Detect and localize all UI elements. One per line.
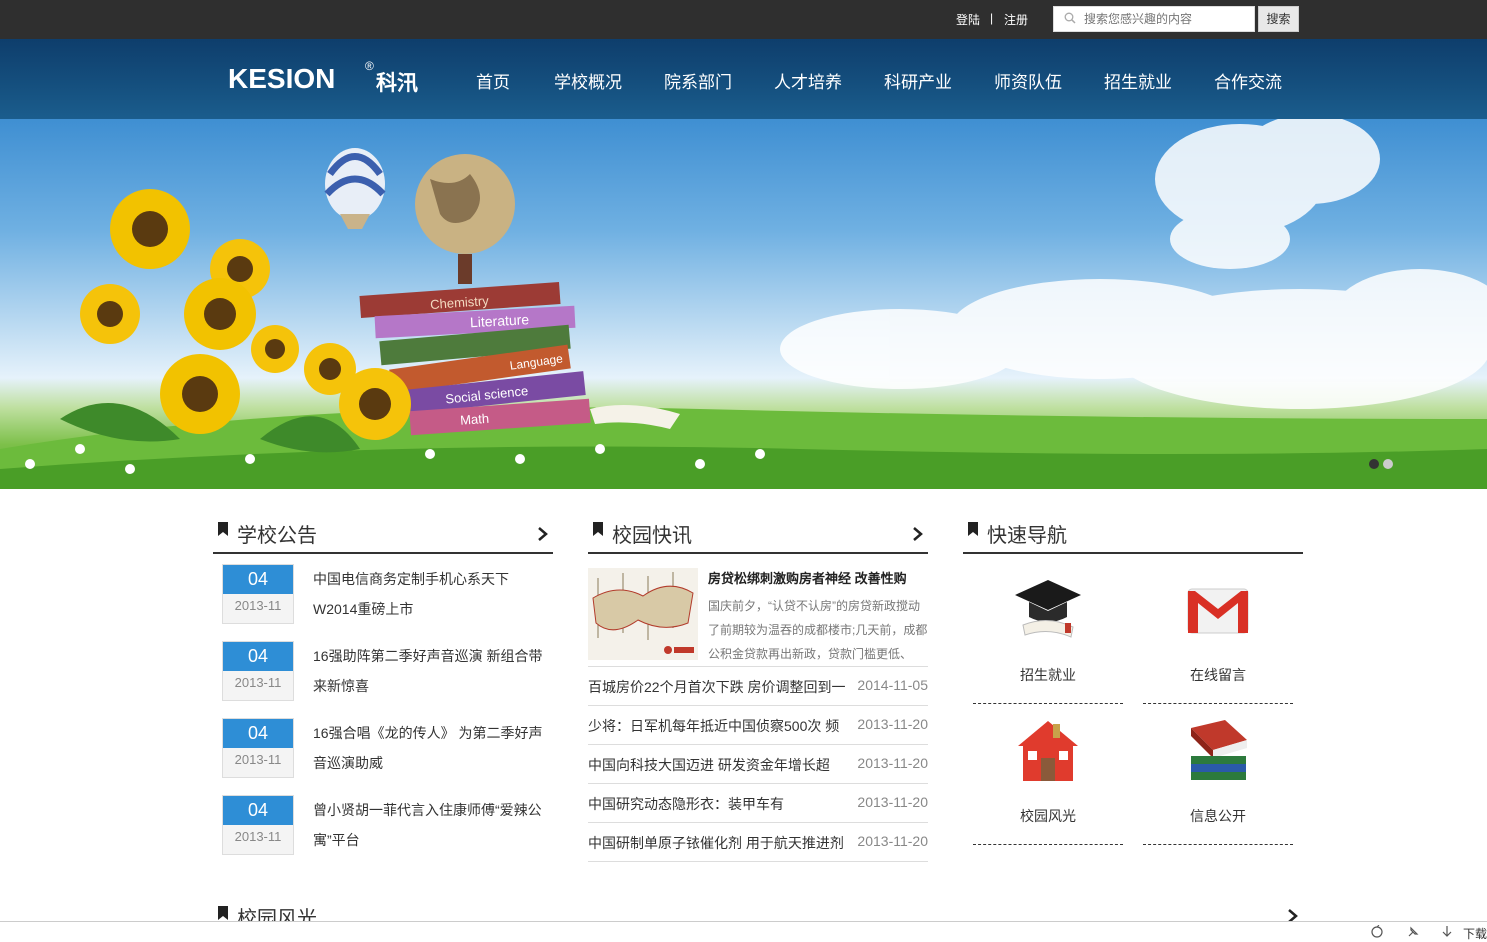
news-link[interactable]: 中国研制单原子铱催化剂 用于航天推进剂 bbox=[588, 833, 850, 853]
date-badge: 04 2013-11 bbox=[222, 718, 294, 778]
notices-divider bbox=[213, 552, 553, 554]
news-date: 2013-11-20 bbox=[857, 755, 928, 771]
date-day: 04 bbox=[223, 796, 293, 825]
date-day: 04 bbox=[223, 719, 293, 748]
dashed-divider bbox=[1143, 703, 1293, 704]
news-row[interactable]: 中国研究动态隐形衣：装甲车有 2013-11-20 bbox=[588, 784, 928, 823]
banner-illustration: Chemistry Literature Language Social sci… bbox=[0, 119, 1487, 489]
news-link[interactable]: 中国研究动态隐形衣：装甲车有 bbox=[588, 794, 850, 814]
nav-cooperation[interactable]: 合作交流 bbox=[1214, 68, 1282, 93]
bookmark-icon bbox=[968, 522, 978, 536]
nav-research[interactable]: 科研产业 bbox=[884, 68, 952, 93]
date-month: 2013-11 bbox=[234, 675, 282, 690]
date-badge: 04 2013-11 bbox=[222, 564, 294, 624]
news-date: 2013-11-20 bbox=[857, 716, 928, 732]
separator: | bbox=[990, 11, 994, 25]
browser-status-bar: 下载 bbox=[0, 921, 1487, 942]
notice-link[interactable]: 16强助阵第二季好声音巡演 新组合带来新惊喜 bbox=[313, 641, 553, 701]
bookmark-icon bbox=[218, 906, 228, 920]
top-bar: 登陆 | 注册 搜索 bbox=[0, 0, 1487, 39]
bookmark-icon bbox=[593, 522, 603, 536]
more-chevron-icon[interactable] bbox=[537, 526, 549, 542]
house-icon bbox=[1018, 721, 1078, 781]
news-row[interactable]: 少将：日军机每年抵近中国侦察500次 频 2013-11-20 bbox=[588, 706, 928, 745]
news-link[interactable]: 中国向科技大国迈进 研发资金年增长超 bbox=[588, 755, 850, 775]
search-button[interactable]: 搜索 bbox=[1258, 6, 1299, 32]
book-label: Math bbox=[460, 411, 490, 428]
book-label: Literature bbox=[470, 311, 530, 330]
more-chevron-icon[interactable] bbox=[912, 526, 924, 542]
slide-dot-1[interactable] bbox=[1369, 459, 1379, 469]
slide-dot-2[interactable] bbox=[1383, 459, 1393, 469]
news-date: 2013-11-20 bbox=[857, 794, 928, 810]
dashed-divider bbox=[973, 844, 1123, 845]
quicknav-label: 校园风光 bbox=[1020, 808, 1076, 824]
nav-faculty[interactable]: 师资队伍 bbox=[994, 68, 1062, 93]
quicknav-title: 快速导航 bbox=[987, 525, 1067, 547]
date-month: 2013-11 bbox=[234, 829, 282, 844]
date-month: 2013-11 bbox=[234, 752, 282, 767]
quicknav-info[interactable]: 信息公开 bbox=[1143, 716, 1293, 856]
register-link[interactable]: 注册 bbox=[1004, 11, 1028, 28]
notice-link[interactable]: 16强合唱《龙的传人》 为第二季好声音巡演助威 bbox=[313, 718, 553, 778]
news-date: 2014-11-05 bbox=[857, 677, 928, 693]
search-box[interactable] bbox=[1053, 6, 1255, 32]
date-month: 2013-11 bbox=[234, 598, 282, 613]
feature-news-title[interactable]: 房贷松绑刺激购房者神经 改善性购 bbox=[708, 568, 933, 587]
quicknav-campus[interactable]: 校园风光 bbox=[973, 716, 1123, 856]
mail-icon bbox=[1187, 588, 1249, 634]
quicknav-label: 招生就业 bbox=[1020, 667, 1076, 683]
quicknav-label: 信息公开 bbox=[1190, 808, 1246, 824]
download-label[interactable]: 下载 bbox=[1463, 925, 1487, 942]
search-icon bbox=[1064, 12, 1076, 24]
dashed-divider bbox=[1143, 844, 1293, 845]
books-icon bbox=[1191, 720, 1247, 780]
quicknav-divider bbox=[963, 552, 1303, 554]
nav-admissions[interactable]: 招生就业 bbox=[1104, 68, 1172, 93]
main-nav: KESION ® 科汛 首页 学校概况 院系部门 人才培养 科研产业 师资队伍 … bbox=[0, 39, 1487, 119]
logo-registered-mark: ® bbox=[365, 59, 374, 73]
hero-banner[interactable]: Chemistry Literature Language Social sci… bbox=[0, 119, 1487, 489]
date-day: 04 bbox=[223, 642, 293, 671]
news-row[interactable]: 百城房价22个月首次下跌 房价调整回到一 2014-11-05 bbox=[588, 667, 928, 706]
news-row[interactable]: 中国研制单原子铱催化剂 用于航天推进剂 2013-11-20 bbox=[588, 823, 928, 862]
logo-cn-text: 科汛 bbox=[376, 72, 418, 95]
quicknav-admissions[interactable]: 招生就业 bbox=[973, 575, 1123, 715]
news-title: 校园快讯 bbox=[612, 525, 692, 547]
pin-icon[interactable] bbox=[1406, 925, 1420, 939]
search-input[interactable] bbox=[1084, 10, 1249, 28]
quicknav-label: 在线留言 bbox=[1190, 667, 1246, 683]
notice-link[interactable]: 中国电信商务定制手机心系天下W2014重磅上市 bbox=[313, 564, 553, 624]
nav-departments[interactable]: 院系部门 bbox=[664, 68, 732, 93]
dashed-divider bbox=[973, 703, 1123, 704]
notice-link[interactable]: 曾小贤胡一菲代言入住康师傅“爱辣公寓”平台 bbox=[313, 795, 553, 855]
notices-title: 学校公告 bbox=[237, 525, 317, 547]
kesion-logo[interactable]: KESION ® 科汛 bbox=[228, 59, 428, 101]
logo-text: KESION bbox=[228, 63, 336, 94]
feature-news-summary: 国庆前夕，“认贷不认房”的房贷新政搅动了前期较为温吞的成都楼市;几天前，成都公积… bbox=[708, 599, 928, 661]
quicknav-message[interactable]: 在线留言 bbox=[1143, 575, 1293, 715]
date-badge: 04 2013-11 bbox=[222, 641, 294, 701]
nav-home[interactable]: 首页 bbox=[476, 68, 510, 93]
nav-school-overview[interactable]: 学校概况 bbox=[554, 68, 622, 93]
feature-news-thumbnail[interactable] bbox=[588, 568, 698, 660]
login-link[interactable]: 登陆 bbox=[956, 11, 980, 28]
news-date: 2013-11-20 bbox=[857, 833, 928, 849]
news-link[interactable]: 百城房价22个月首次下跌 房价调整回到一 bbox=[588, 677, 850, 697]
graduation-cap-icon bbox=[1015, 580, 1081, 638]
bookmark-icon bbox=[218, 522, 228, 536]
date-badge: 04 2013-11 bbox=[222, 795, 294, 855]
refresh-icon[interactable] bbox=[1370, 925, 1384, 939]
news-divider bbox=[588, 552, 928, 554]
nav-talent-training[interactable]: 人才培养 bbox=[774, 68, 842, 93]
date-day: 04 bbox=[223, 565, 293, 594]
news-row[interactable]: 中国向科技大国迈进 研发资金年增长超 2013-11-20 bbox=[588, 745, 928, 784]
download-icon[interactable] bbox=[1440, 925, 1454, 939]
news-link[interactable]: 少将：日军机每年抵近中国侦察500次 频 bbox=[588, 716, 850, 736]
